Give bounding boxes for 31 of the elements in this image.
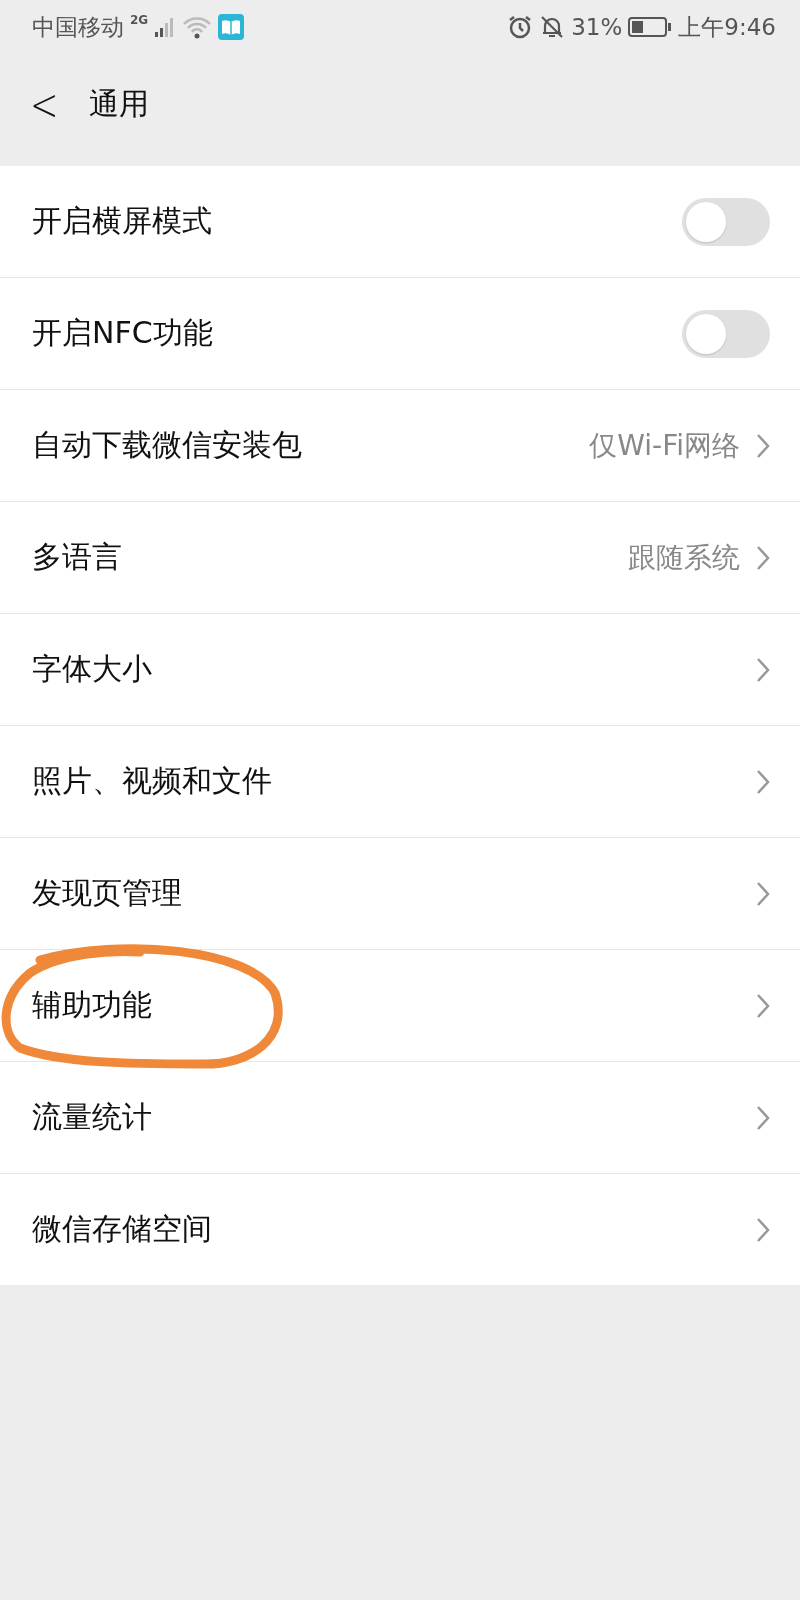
- chevron-icon: [756, 1216, 770, 1243]
- setting-label: 发现页管理: [32, 874, 183, 912]
- clock-time: 上午9:46: [678, 12, 776, 42]
- chevron-icon: [756, 656, 770, 683]
- battery-percent: 31%: [571, 14, 623, 40]
- chevron-icon: [756, 544, 770, 571]
- setting-label: 开启NFC功能: [32, 314, 214, 352]
- page-title: 通用: [88, 84, 149, 123]
- toggle-switch[interactable]: [682, 309, 770, 358]
- chevron-icon: [756, 880, 770, 907]
- setting-value: 仅Wi-Fi网络: [589, 427, 740, 464]
- setting-label: 多语言: [32, 538, 123, 576]
- wifi-icon: [182, 15, 213, 39]
- setting-value: 跟随系统: [628, 539, 740, 576]
- carrier-name: 中国移动: [32, 12, 124, 42]
- setting-label: 字体大小: [32, 650, 153, 688]
- back-button[interactable]: <: [22, 72, 67, 136]
- setting-label: 照片、视频和文件: [32, 762, 273, 800]
- chevron-icon: [756, 768, 770, 795]
- setting-label: 开启横屏模式: [32, 202, 213, 240]
- setting-label: 辅助功能: [32, 986, 153, 1024]
- book-app-icon: [218, 14, 245, 40]
- network-type: 2G: [130, 13, 149, 27]
- chevron-icon: [756, 432, 770, 459]
- setting-label: 流量统计: [32, 1098, 153, 1136]
- battery-icon: [628, 16, 673, 38]
- setting-label: 微信存储空间: [32, 1210, 213, 1248]
- toggle-switch[interactable]: [682, 197, 770, 246]
- setting-label: 自动下载微信安装包: [32, 426, 303, 464]
- chevron-icon: [756, 992, 770, 1019]
- chevron-icon: [756, 1104, 770, 1131]
